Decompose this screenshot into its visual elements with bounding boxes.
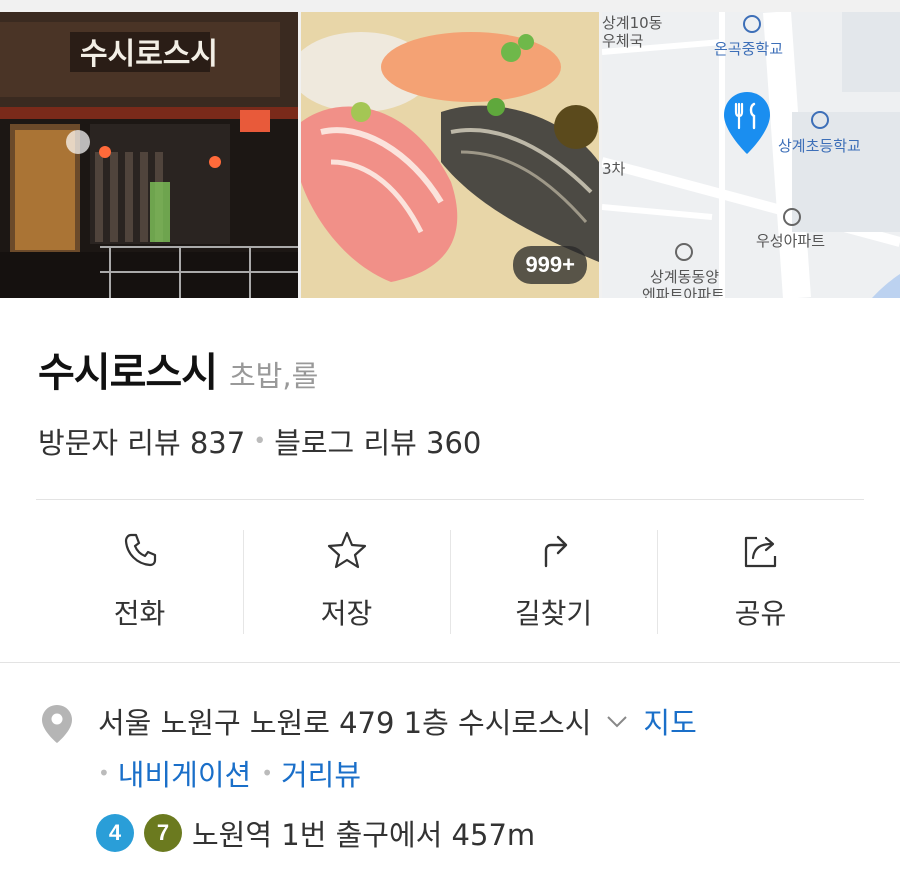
- map-link[interactable]: 지도: [643, 700, 696, 742]
- chevron-down-icon[interactable]: [605, 709, 629, 733]
- place-title-row: 수시로스시 초밥,롤: [38, 340, 318, 398]
- subway-line-7-badge: 7: [144, 814, 182, 852]
- map-label-school: 온곡중학교: [714, 40, 784, 58]
- map-label: 엔파트아파트: [642, 286, 725, 298]
- action-bar: 전화 저장 길찾기 공유: [36, 500, 864, 660]
- subway-line-4-badge: 4: [96, 814, 134, 852]
- location-pin-icon: [42, 705, 72, 743]
- food-photo[interactable]: 999+: [301, 12, 599, 298]
- storefront-photo[interactable]: 수시로스시: [0, 12, 298, 298]
- map-label-school: 상계초등학교: [778, 137, 861, 155]
- share-icon: [744, 536, 776, 568]
- blog-review-link[interactable]: 블로그 리뷰 360: [274, 420, 481, 462]
- separator-dot: •: [253, 428, 267, 454]
- svg-text:수시로스시: 수시로스시: [80, 37, 218, 72]
- phone-icon: [124, 533, 156, 567]
- separator-dot: •: [98, 761, 110, 785]
- star-icon: [327, 531, 366, 569]
- share-label: 공유: [734, 597, 787, 630]
- call-label: 전화: [113, 597, 166, 630]
- place-category: 초밥,롤: [229, 359, 319, 393]
- share-button[interactable]: 공유: [657, 500, 864, 660]
- save-button[interactable]: 저장: [243, 500, 450, 660]
- divider: [0, 662, 900, 663]
- directions-button[interactable]: 길찾기: [450, 500, 657, 660]
- map-label: 우체국: [602, 32, 644, 50]
- address-links: • 내비게이션 • 거리뷰: [98, 752, 361, 794]
- separator-dot: •: [261, 761, 273, 785]
- map-label: 3차: [602, 160, 626, 178]
- transit-info: 4 7 노원역 1번 출구에서 457m: [96, 812, 535, 854]
- call-button[interactable]: 전화: [36, 500, 243, 660]
- review-summary: 방문자 리뷰 837 • 블로그 리뷰 360: [38, 420, 481, 462]
- visitor-review-link[interactable]: 방문자 리뷰 837: [38, 420, 245, 462]
- transit-description: 노원역 1번 출구에서 457m: [192, 818, 536, 852]
- photo-count-badge[interactable]: 999+: [513, 246, 587, 284]
- storefront-image: 수시로스시: [0, 12, 298, 298]
- place-name: 수시로스시: [38, 350, 218, 396]
- directions-icon: [544, 535, 567, 568]
- address-text: 서울 노원구 노원로 479 1층 수시로스시: [98, 706, 592, 740]
- save-label: 저장: [320, 597, 373, 630]
- map-thumbnail[interactable]: 상계10동 우체국 온곡중학교 상계초등학교 3차 우성아파트 상계동동양 엔파…: [602, 12, 900, 298]
- photo-gallery: 수시로스시 999+ 상계10동 우체국 온곡중학교 상계초등학교 3차 우성아…: [0, 0, 900, 298]
- restaurant-pin-icon: [724, 92, 770, 154]
- address-line: 서울 노원구 노원로 479 1층 수시로스시 지도: [98, 700, 697, 742]
- directions-label: 길찾기: [514, 597, 593, 630]
- navigation-link[interactable]: 내비게이션: [118, 752, 251, 794]
- street-view-link[interactable]: 거리뷰: [281, 752, 361, 794]
- map-label: 우성아파트: [756, 232, 826, 250]
